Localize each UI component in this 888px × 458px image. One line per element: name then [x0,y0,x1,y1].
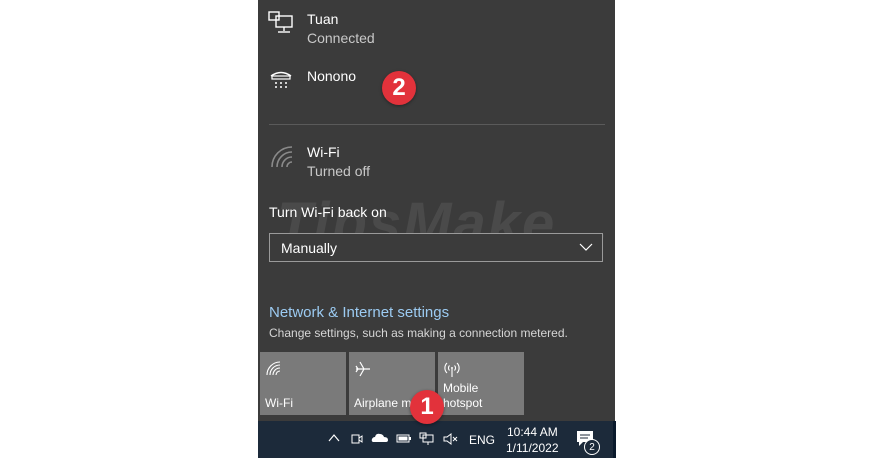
dropdown-value: Manually [281,239,338,256]
network-flyout: Tuan Connected Nonono Wi-Fi Turned off T… [258,0,615,421]
tile-label: Wi-Fi [265,396,293,410]
network-name: Tuan [307,11,339,27]
network-status: Connected [307,30,375,46]
chevron-down-icon [579,242,593,252]
network-status: Turned off [307,163,371,179]
tile-label-line: Mobile [443,381,479,395]
notification-count-badge: 2 [584,439,600,455]
tile-label-line: hotspot [443,396,483,410]
volume-muted-icon[interactable] [443,432,459,446]
clock-time[interactable]: 10:44 AM [507,425,558,439]
turn-wifi-back-dropdown[interactable]: Manually [269,233,603,262]
wifi-off-icon [268,143,294,169]
wifi-tile[interactable]: Wi-Fi [260,352,346,415]
dialup-icon [268,67,294,93]
ethernet-icon [268,10,294,36]
mobile-hotspot-tile[interactable]: Mobile hotspot [438,352,524,415]
airplane-icon [354,360,372,378]
network-name: Wi-Fi [307,144,340,160]
wifi-icon [265,360,281,376]
meet-now-icon[interactable] [350,432,364,446]
taskbar-edge [613,421,616,458]
clock-date[interactable]: 1/11/2022 [506,441,559,455]
network-tray-icon[interactable] [419,432,435,446]
language-indicator[interactable]: ENG [469,433,495,447]
network-settings-link[interactable]: Network & Internet settings [269,304,449,321]
chevron-up-icon[interactable] [328,432,340,444]
network-name: Nonono [307,68,357,84]
turn-wifi-back-label: Turn Wi-Fi back on [269,204,387,220]
annotation-badge-2: 2 [382,71,416,105]
network-item-nonono[interactable]: Nonono [268,67,356,93]
network-item-tuan[interactable]: Tuan Connected [268,10,375,48]
network-settings-description: Change settings, such as making a connec… [269,326,568,340]
network-item-wifi[interactable]: Wi-Fi Turned off [268,143,370,181]
divider [269,124,605,125]
battery-icon[interactable] [396,432,412,444]
taskbar: ENG 10:44 AM 1/11/2022 2 [258,421,613,458]
tile-label: Mobile hotspot [443,381,523,411]
annotation-badge-1: 1 [410,390,444,424]
onedrive-icon[interactable] [371,432,389,444]
hotspot-icon [443,360,461,378]
